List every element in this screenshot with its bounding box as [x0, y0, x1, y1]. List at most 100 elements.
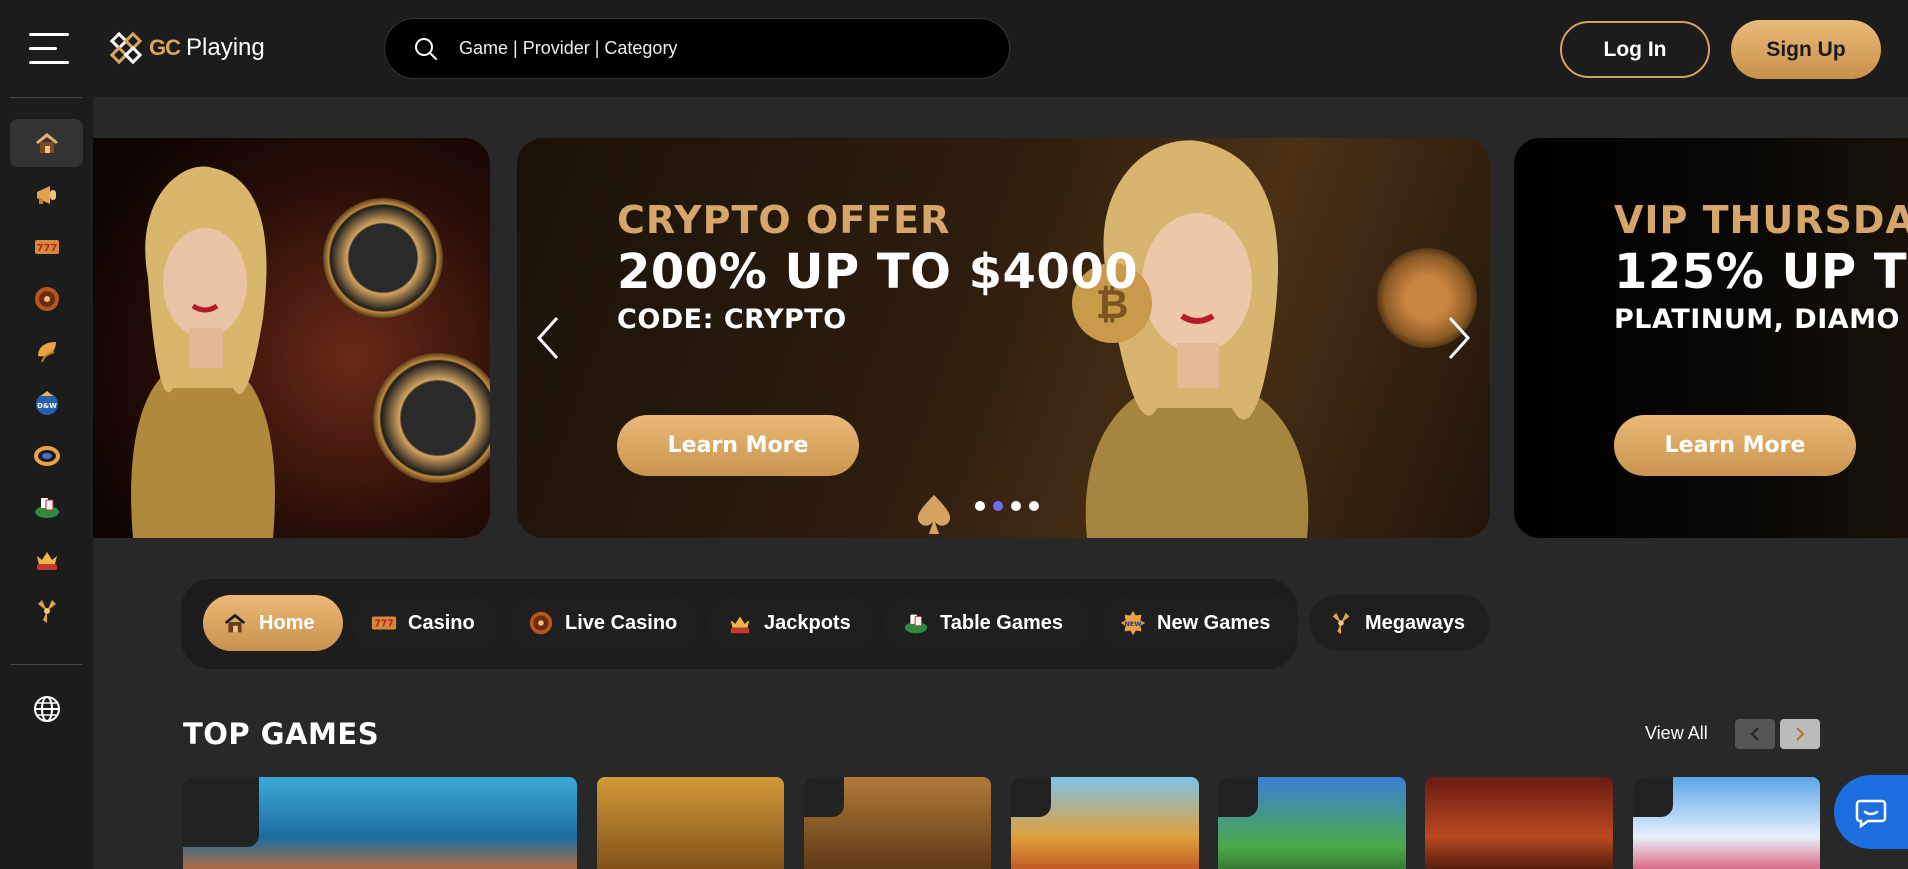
- game-tile[interactable]: [804, 777, 991, 869]
- home-icon: [224, 613, 246, 633]
- svg-text:NEW: NEW: [1124, 620, 1141, 628]
- tab-label: Jackpots: [764, 611, 851, 634]
- tab-label: New Games: [1157, 611, 1271, 634]
- banner-code: CODE: CRYPTO: [617, 304, 847, 335]
- sidebar: 777 D&W: [0, 97, 93, 869]
- spade-icon: [917, 495, 951, 534]
- banner-headline: 200% UP TO $4000: [617, 244, 1139, 300]
- promo-banner-vip[interactable]: VIP THURSDAY 125% UP TO PLATINUM, DIAMO …: [1514, 138, 1908, 538]
- login-button[interactable]: Log In: [1560, 21, 1710, 78]
- sidebar-item-drops-wins[interactable]: D&W: [10, 379, 83, 427]
- svg-text:D&W: D&W: [37, 402, 57, 410]
- hostess-image: [131, 166, 275, 538]
- carousel-dot[interactable]: [1011, 501, 1021, 511]
- sidebar-item-ring[interactable]: [10, 431, 83, 479]
- search-input[interactable]: [459, 38, 959, 59]
- slots-777-icon: 777: [34, 240, 59, 254]
- section-title-top-games: TOP GAMES: [183, 717, 380, 751]
- chip-image: [373, 353, 490, 483]
- tab-home[interactable]: Home: [203, 595, 343, 651]
- tab-label: Megaways: [1365, 611, 1466, 634]
- sidebar-item-live-casino[interactable]: [10, 275, 83, 323]
- banner-text-block: VIP THURSDAY 125% UP TO PLATINUM, DIAMO: [1614, 198, 1908, 335]
- tab-label: Table Games: [940, 611, 1064, 634]
- live-chat-button[interactable]: [1834, 775, 1908, 849]
- promo-banner-left[interactable]: [93, 138, 490, 538]
- sidebar-item-megaways[interactable]: [10, 587, 83, 635]
- svg-text:777: 777: [374, 619, 393, 630]
- main-content: ₿ CRYPTO OFFER 200% UP TO $4000 CODE: CR…: [93, 97, 1908, 869]
- chip-image: [323, 198, 443, 318]
- table-games-icon: [904, 614, 928, 634]
- game-tile[interactable]: [597, 777, 784, 869]
- svg-text:777: 777: [36, 243, 57, 254]
- tab-label: Home: [259, 611, 315, 634]
- tab-casino[interactable]: 777 Casino: [352, 595, 499, 651]
- menu-icon[interactable]: [29, 33, 69, 65]
- tab-jackpots[interactable]: Jackpots: [708, 595, 874, 651]
- home-icon: [35, 133, 58, 153]
- roulette-icon: [34, 287, 59, 311]
- drops-wins-badge: [1218, 777, 1258, 817]
- category-tabs: Home 777 Casino Live Casino Jackpots Tab…: [181, 579, 1490, 669]
- megaways-icon: [37, 600, 56, 623]
- game-tile[interactable]: [1633, 777, 1820, 869]
- logo-diamond-icon: [109, 31, 143, 65]
- games-prev-button[interactable]: [1735, 719, 1775, 749]
- logo[interactable]: GC Playing: [109, 30, 265, 66]
- top-bar: GC Playing Log In Sign Up: [0, 0, 1908, 97]
- banner-kicker: VIP THURSDAY: [1614, 198, 1908, 242]
- ring-icon: [33, 446, 60, 466]
- game-tile[interactable]: [183, 777, 577, 869]
- banner-headline: 125% UP TO: [1614, 244, 1908, 300]
- sidebar-item-jackpots[interactable]: [10, 535, 83, 583]
- tab-label: Casino: [408, 611, 475, 634]
- table-games-icon: [34, 498, 59, 518]
- game-tile[interactable]: [1425, 777, 1613, 869]
- banner-code: PLATINUM, DIAMO: [1614, 304, 1900, 335]
- new-badge-icon: NEW: [1120, 610, 1146, 636]
- slots-777-icon: 777: [371, 616, 397, 630]
- new-leaf-icon: [37, 342, 56, 363]
- carousel-dot[interactable]: [1029, 501, 1039, 511]
- chevron-right-icon: [1796, 727, 1805, 741]
- banner-kicker: CRYPTO OFFER: [617, 198, 951, 242]
- jackpot-crown-icon: [730, 616, 750, 634]
- chevron-left-icon: [1750, 727, 1759, 741]
- drops-wins-icon: D&W: [35, 391, 58, 415]
- drops-wins-badge: [1011, 777, 1051, 817]
- logo-brand: GC: [149, 35, 181, 60]
- megaways-icon: [1332, 612, 1350, 635]
- sidebar-item-new[interactable]: [10, 327, 83, 375]
- view-all-link[interactable]: View All: [1645, 723, 1708, 744]
- sidebar-divider: [10, 664, 82, 665]
- sidebar-item-table-games[interactable]: [10, 483, 83, 531]
- promo-banner-crypto[interactable]: ₿ CRYPTO OFFER 200% UP TO $4000 CODE: CR…: [517, 138, 1490, 538]
- carousel-dots: [975, 501, 1039, 511]
- tab-megaways[interactable]: Megaways: [1309, 595, 1490, 651]
- tab-live-casino[interactable]: Live Casino: [509, 595, 698, 651]
- signup-button[interactable]: Sign Up: [1731, 20, 1881, 79]
- game-tile[interactable]: [1218, 777, 1406, 869]
- logo-text: Playing: [186, 34, 265, 61]
- globe-icon: [33, 696, 60, 722]
- chat-icon: [1855, 799, 1887, 829]
- sidebar-item-casino[interactable]: 777: [10, 223, 83, 271]
- carousel-prev-icon[interactable]: [527, 308, 567, 368]
- carousel-dot[interactable]: [975, 501, 985, 511]
- games-next-button[interactable]: [1780, 719, 1820, 749]
- sidebar-item-home[interactable]: [10, 119, 83, 167]
- game-tile[interactable]: [1011, 777, 1199, 869]
- carousel-dot-active[interactable]: [993, 501, 1003, 511]
- language-selector[interactable]: [10, 685, 83, 733]
- learn-more-button[interactable]: Learn More: [617, 415, 859, 476]
- tab-new-games[interactable]: NEW New Games: [1101, 595, 1299, 651]
- carousel-next-icon[interactable]: [1440, 308, 1480, 368]
- drops-wins-badge: [804, 777, 844, 817]
- megaphone-icon: [36, 186, 56, 204]
- sidebar-item-promotions[interactable]: [10, 171, 83, 219]
- tab-table-games[interactable]: Table Games: [884, 595, 1091, 651]
- search-bar[interactable]: [384, 18, 1010, 79]
- drops-wins-badge: [1633, 777, 1673, 817]
- learn-more-button[interactable]: Learn More: [1614, 415, 1856, 476]
